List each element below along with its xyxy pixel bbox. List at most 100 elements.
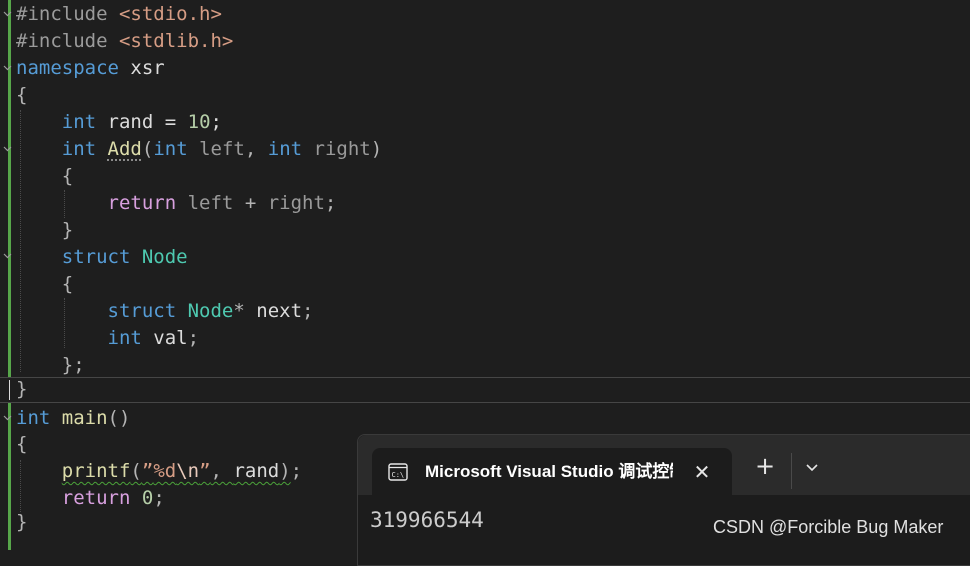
paren: ( [130,460,141,482]
operator: = [153,111,187,133]
close-icon[interactable]: ✕ [690,460,714,484]
number-literal: 10 [188,111,211,133]
fold-chevron-icon[interactable] [3,9,12,18]
code-line[interactable]: } [16,376,27,403]
code-line[interactable]: { [16,431,27,458]
keyword: return [108,192,177,214]
terminal-icon: C:\ [388,463,408,481]
keyword: struct [108,300,177,322]
code-line[interactable]: int main() [16,405,130,432]
code-line[interactable]: return left + right; [16,190,336,217]
string-quote: ” [142,460,153,482]
tab-separator [791,453,792,489]
keyword: return [62,487,131,509]
code-line[interactable]: int Add(int left, int right) [16,136,382,163]
identifier: rand [108,111,154,133]
preprocessor-directive: #include [16,3,108,25]
identifier: val [153,327,187,349]
terminal-tab-bar: C:\ Microsoft Visual Studio 调试控制台 ✕ + [358,435,970,495]
code-line[interactable]: namespace xsr [16,55,165,82]
code-line[interactable]: printf(”%d\n”, rand); [16,458,302,485]
paren: ) [371,138,382,160]
identifier: next [256,300,302,322]
type-name: Node [188,300,234,322]
keyword: int [108,327,142,349]
text-caret [9,380,10,400]
type-name: Node [142,246,188,268]
string-quote: ” [199,460,210,482]
semicolon: ; [302,300,313,322]
semicolon: ; [153,487,164,509]
number-literal: 0 [142,487,153,509]
keyword: int [16,407,50,429]
brace: { [62,165,73,187]
keyword: namespace [16,57,119,79]
parameter: right [314,138,371,160]
comma: , [211,460,234,482]
brace: } [62,219,73,241]
function-name: main [62,407,108,429]
current-line-highlight [0,377,970,403]
code-line[interactable]: { [16,82,27,109]
semicolon: ; [188,327,199,349]
identifier: rand [233,460,279,482]
fold-chevron-icon[interactable] [3,144,12,153]
watermark-text: CSDN @Forcible Bug Maker [713,517,943,538]
function-name: Add [108,138,142,160]
code-line[interactable]: return 0; [16,485,165,512]
code-line[interactable]: { [16,271,73,298]
keyword: int [268,138,302,160]
paren: ) [279,460,290,482]
code-line[interactable]: }; [16,352,85,379]
format-specifier: %d [153,460,176,482]
parameter: right [268,192,325,214]
semicolon: ; [291,460,302,482]
code-line[interactable]: } [16,217,73,244]
brace: } [16,511,27,533]
svg-text:C:\: C:\ [392,471,405,479]
pointer-star: * [233,300,244,322]
paren: ( [142,138,153,160]
chevron-down-icon[interactable] [802,457,822,477]
brace: { [16,433,27,455]
parameter: left [188,192,234,214]
fold-chevron-icon[interactable] [3,251,12,260]
keyword: int [62,138,96,160]
parameter: left [199,138,245,160]
code-line[interactable]: int val; [16,325,199,352]
keyword: int [153,138,187,160]
change-indicator-bar [8,0,11,378]
terminal-tab-title: Microsoft Visual Studio 调试控制台 [425,460,673,484]
code-line[interactable]: #include <stdio.h> [16,1,222,28]
code-line[interactable]: struct Node [16,244,188,271]
paren: () [108,407,131,429]
new-tab-plus-icon[interactable]: + [753,455,777,479]
code-line[interactable]: int rand = 10; [16,109,222,136]
keyword: struct [62,246,131,268]
operator: + [233,192,267,214]
console-output: 319966544 [370,507,484,533]
terminal-tab[interactable]: C:\ Microsoft Visual Studio 调试控制台 ✕ [372,448,732,495]
code-line[interactable]: { [16,163,73,190]
namespace-name: xsr [130,57,164,79]
brace: { [62,273,73,295]
escape-sequence: \n [176,460,199,482]
debug-console-window[interactable]: C:\ Microsoft Visual Studio 调试控制台 ✕ + 31… [357,434,970,566]
semicolon: ; [325,192,336,214]
fold-chevron-icon[interactable] [3,413,12,422]
code-line[interactable]: struct Node* next; [16,298,314,325]
include-header: <stdlib.h> [119,30,233,52]
fold-chevron-icon[interactable] [3,63,12,72]
include-header: <stdio.h> [119,3,222,25]
brace: { [16,84,27,106]
code-line[interactable]: } [16,509,27,536]
comma: , [245,138,268,160]
brace: }; [62,354,85,376]
keyword: int [62,111,96,133]
code-line[interactable]: #include <stdlib.h> [16,28,233,55]
brace: } [16,378,27,400]
preprocessor-directive: #include [16,30,108,52]
function-name: printf [62,460,131,482]
change-indicator-bar [8,403,11,550]
semicolon: ; [211,111,222,133]
